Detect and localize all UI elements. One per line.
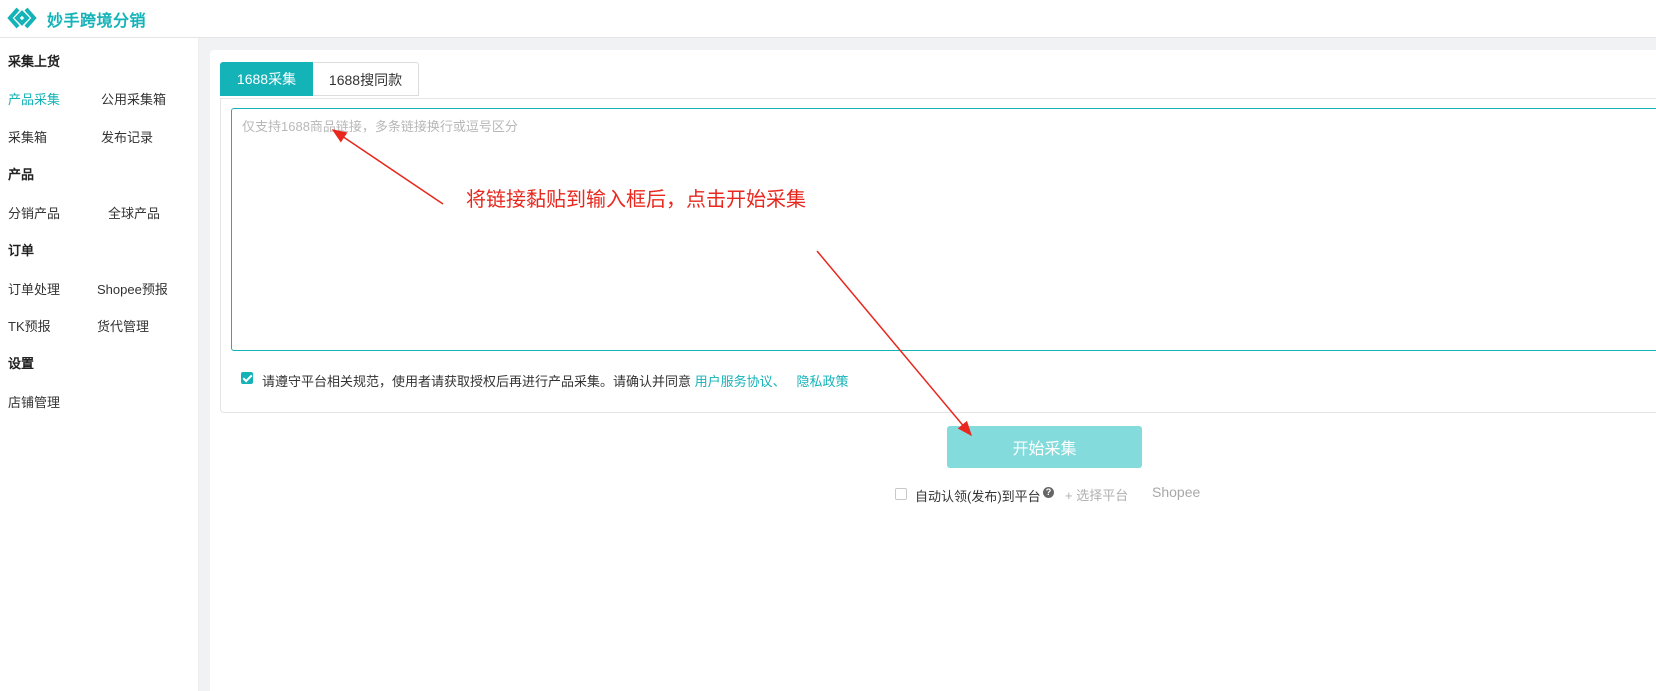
annotation-text: 将链接黏贴到输入框后，点击开始采集 [466, 189, 806, 211]
sidebar-item-global-products[interactable]: 全球产品 [108, 203, 160, 222]
sidebar-item-publish-records[interactable]: 发布记录 [101, 127, 153, 146]
sidebar-section-product: 产品 [8, 167, 35, 182]
sidebar-section-collect: 采集上货 [8, 54, 61, 69]
tab-1688-search-same[interactable]: 1688搜同款 [313, 62, 419, 96]
sidebar-section-settings: 设置 [8, 356, 35, 371]
sidebar-item-distribution-products[interactable]: 分销产品 [8, 203, 60, 222]
agreement-text: 请遵守平台相关规范，使用者请获取授权后再进行产品采集。请确认并同意 [262, 374, 695, 389]
sidebar-item-shopee-forecast[interactable]: Shopee预报 [97, 279, 168, 298]
app-title: 妙手跨境分销 [47, 13, 147, 30]
logo-icon [7, 7, 37, 29]
privacy-policy-link[interactable]: 隐私政策 [796, 374, 848, 389]
sidebar-item-forwarder-management[interactable]: 货代管理 [97, 316, 149, 335]
link-input[interactable] [231, 108, 1656, 351]
agreement-checkbox[interactable] [241, 372, 253, 384]
tab-1688-collect[interactable]: 1688采集 [220, 62, 313, 96]
sidebar-item-product-collect[interactable]: 产品采集 [8, 89, 60, 108]
auto-publish-label: 自动认领(发布)到平台 [915, 489, 1041, 504]
question-circle-icon[interactable]: ? [1043, 487, 1054, 498]
sidebar-item-tk-forecast[interactable]: TK预报 [8, 316, 51, 335]
sidebar-item-collect-box[interactable]: 采集箱 [8, 127, 47, 146]
sidebar-item-public-collect-box[interactable]: 公用采集箱 [101, 89, 166, 108]
agreement-row: 请遵守平台相关规范，使用者请获取授权后再进行产品采集。请确认并同意 用户服务协议… [262, 371, 849, 390]
sidebar-item-store-management[interactable]: 店铺管理 [8, 392, 60, 411]
auto-publish-checkbox[interactable] [895, 488, 907, 500]
app-header: 妙手跨境分销 [0, 0, 1656, 38]
start-collect-button[interactable]: 开始采集 [947, 426, 1142, 468]
sidebar-section-orders: 订单 [8, 243, 35, 258]
sidebar-item-order-processing[interactable]: 订单处理 [8, 279, 60, 298]
platform-shopee[interactable]: Shopee [1152, 484, 1200, 500]
select-platform-button[interactable]: + 选择平台 [1065, 485, 1128, 504]
user-agreement-link[interactable]: 用户服务协议、 [695, 374, 786, 389]
